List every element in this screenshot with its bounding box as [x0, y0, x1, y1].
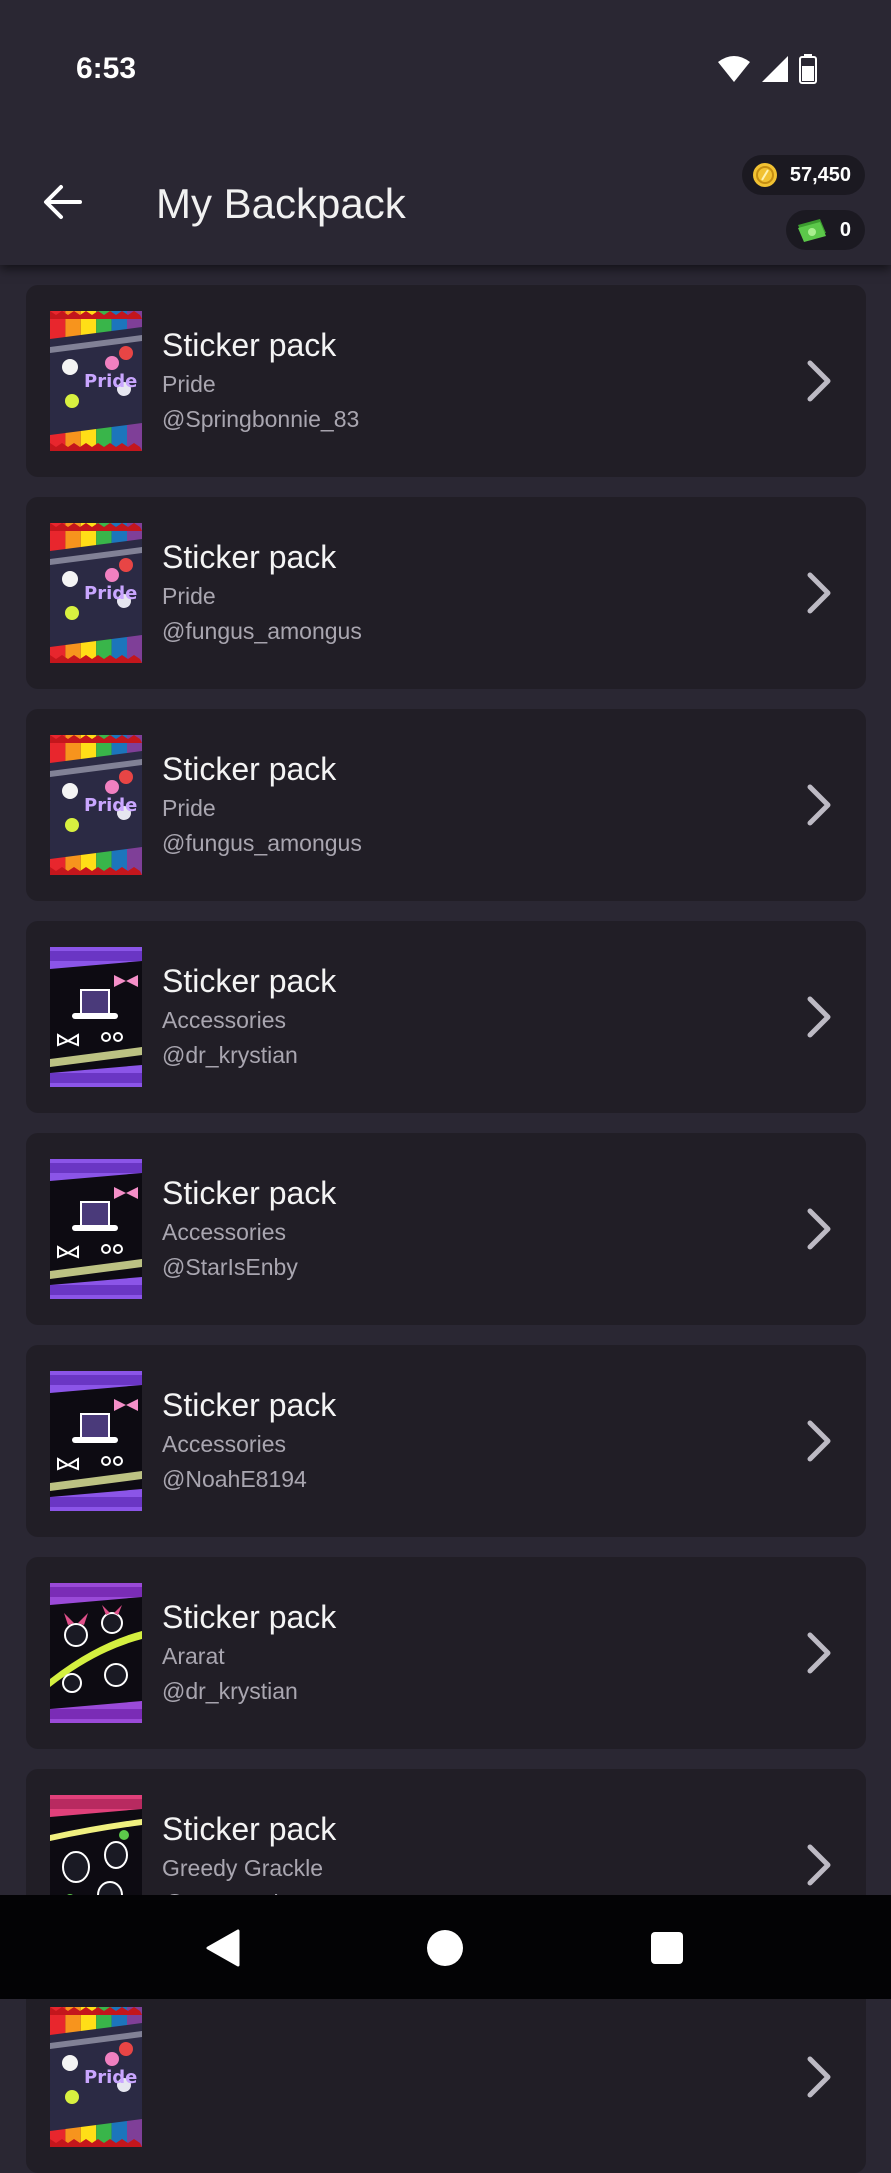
nav-home-button[interactable]: [422, 1925, 468, 1971]
item-title: Sticker pack: [162, 327, 337, 363]
triangle-back-icon: [206, 1929, 240, 1967]
svg-text:Pride: Pride: [84, 371, 137, 392]
backpack-item-card[interactable]: Pride Sticker pack Pride @Springbonnie_8…: [26, 285, 866, 477]
coin-icon: [752, 163, 777, 187]
backpack-item-card[interactable]: Pride Sticker pack Pride @fungus_amongus: [26, 709, 866, 901]
item-title: Sticker pack: [162, 1811, 337, 1847]
chevron-right-icon[interactable]: [804, 1631, 834, 1680]
item-subtitle: Accessories: [162, 1007, 286, 1033]
back-button[interactable]: [36, 172, 88, 232]
item-title: Sticker pack: [162, 751, 337, 787]
coin-balance[interactable]: 57,450: [741, 155, 865, 195]
item-owner: @Springbonnie_83: [162, 406, 360, 432]
item-subtitle: Accessories: [162, 1219, 286, 1245]
item-owner: @StarIsEnby: [162, 1254, 298, 1280]
app-header: 6:53 My Backpack 57,450 0: [0, 0, 891, 265]
chevron-right-icon[interactable]: [804, 1207, 834, 1256]
backpack-item-card[interactable]: Sticker pack Accessories @dr_krystian: [26, 921, 866, 1113]
svg-text:Pride: Pride: [84, 795, 137, 816]
cash-icon: [797, 219, 826, 242]
cash-balance[interactable]: 0: [785, 210, 865, 250]
battery-icon: [799, 54, 817, 84]
backpack-item-card[interactable]: Sticker pack Accessories @StarIsEnby: [26, 1133, 866, 1325]
backpack-item-card[interactable]: Pride: [26, 1981, 866, 2173]
item-title: Sticker pack: [162, 539, 337, 575]
ararat-pack-icon: [50, 1583, 142, 1723]
item-subtitle: Pride: [162, 583, 216, 609]
item-owner: @NoahE8194: [162, 1466, 307, 1492]
sticker-pack-thumbnail: Pride: [50, 2007, 143, 2147]
nav-recents-button[interactable]: [644, 1925, 690, 1971]
sticker-pack-thumbnail: Pride: [50, 735, 143, 875]
arrow-left-icon: [44, 185, 82, 219]
recents-square-icon: [651, 1932, 683, 1964]
svg-text:Pride: Pride: [84, 583, 137, 604]
backpack-item-card[interactable]: Sticker pack Accessories @NoahE8194: [26, 1345, 866, 1537]
chevron-right-icon[interactable]: [804, 359, 834, 408]
item-subtitle: Pride: [162, 371, 216, 397]
item-subtitle: Greedy Grackle: [162, 1855, 324, 1881]
item-owner: @fungus_amongus: [162, 618, 362, 644]
sticker-pack-thumbnail: Pride: [50, 523, 143, 663]
sticker-pack-thumbnail: [50, 1159, 142, 1299]
item-subtitle: Accessories: [162, 1431, 286, 1457]
backpack-list: Pride Sticker pack Pride @Springbonnie_8…: [26, 265, 866, 2173]
chevron-right-icon[interactable]: [804, 1843, 834, 1892]
backpack-item-card[interactable]: Pride Sticker pack Pride @fungus_amongus: [26, 497, 866, 689]
item-subtitle: Pride: [162, 795, 216, 821]
item-title: Sticker pack: [162, 1599, 337, 1635]
chevron-right-icon[interactable]: [804, 783, 834, 832]
sticker-pack-thumbnail: [50, 1371, 142, 1511]
item-owner: @dr_krystian: [162, 1042, 298, 1068]
chevron-right-icon[interactable]: [804, 2055, 834, 2104]
wifi-icon: [718, 56, 750, 82]
pride-pack-icon: Pride: [50, 311, 143, 451]
svg-text:Pride: Pride: [84, 2067, 137, 2088]
sticker-pack-thumbnail: [50, 1583, 142, 1723]
pride-pack-icon: Pride: [50, 735, 143, 875]
accessories-pack-icon: [50, 947, 142, 1087]
item-owner: @dr_krystian: [162, 1678, 298, 1704]
accessories-pack-icon: [50, 1371, 142, 1511]
chevron-right-icon[interactable]: [804, 1419, 834, 1468]
home-circle-icon: [427, 1930, 463, 1966]
page-title: My Backpack: [156, 180, 406, 227]
item-subtitle: Ararat: [162, 1643, 225, 1669]
item-title: Sticker pack: [162, 1175, 337, 1211]
status-icons: [717, 54, 817, 84]
backpack-item-card[interactable]: Sticker pack Ararat @dr_krystian: [26, 1557, 866, 1749]
pride-pack-icon: Pride: [50, 2007, 143, 2147]
coin-count: 57,450: [789, 163, 851, 186]
signal-icon: [762, 56, 788, 82]
pride-pack-icon: Pride: [50, 523, 143, 663]
chevron-right-icon[interactable]: [804, 995, 834, 1044]
cash-count: 0: [839, 218, 851, 241]
system-nav-bar: [0, 1895, 891, 1999]
item-title: Sticker pack: [162, 963, 337, 999]
item-owner: @fungus_amongus: [162, 830, 362, 856]
accessories-pack-icon: [50, 1159, 142, 1299]
item-title: Sticker pack: [162, 1387, 337, 1423]
chevron-right-icon[interactable]: [804, 571, 834, 620]
sticker-pack-thumbnail: Pride: [50, 311, 143, 451]
sticker-pack-thumbnail: [50, 947, 142, 1087]
status-time: 6:53: [76, 52, 137, 85]
nav-back-button[interactable]: [200, 1925, 246, 1971]
